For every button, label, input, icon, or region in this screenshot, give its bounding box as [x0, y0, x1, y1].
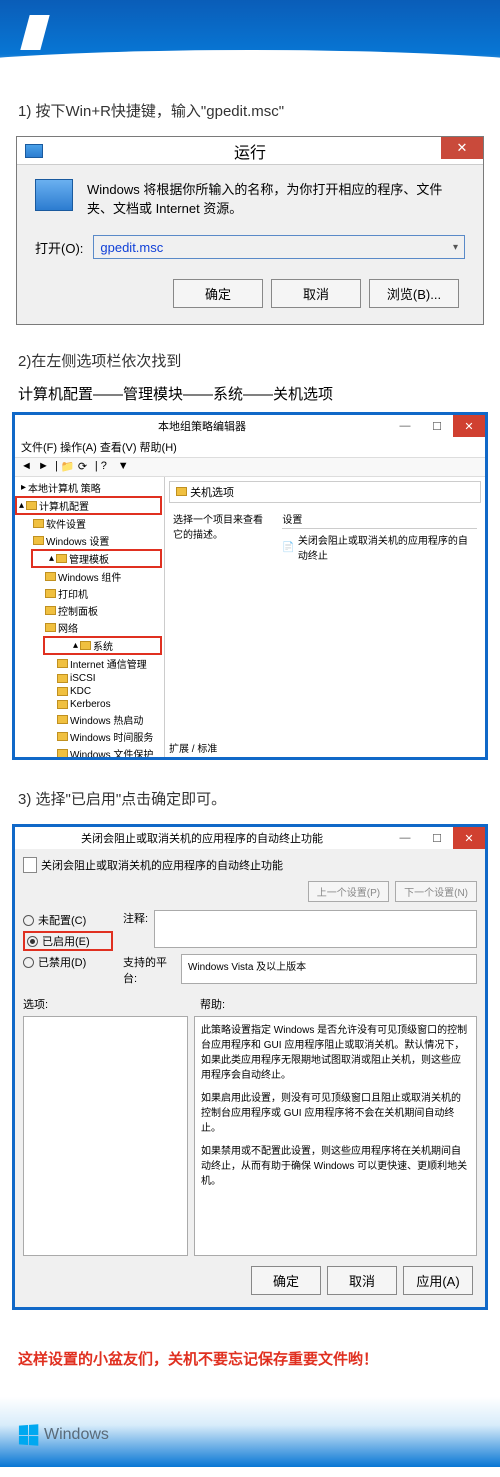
- tree-item[interactable]: Windows 设置: [17, 532, 162, 549]
- policy-title: 关闭会阻止或取消关机的应用程序的自动终止功能: [15, 830, 389, 846]
- step-1-text: 1) 按下Win+R快捷键，输入"gpedit.msc": [0, 90, 500, 131]
- header-banner: [0, 0, 500, 90]
- tree-item[interactable]: 控制面板: [17, 602, 162, 619]
- column-header-setting: 设置: [282, 511, 477, 529]
- platform-label: 支持的平台:: [123, 954, 175, 986]
- open-label: 打开(O):: [35, 238, 83, 257]
- options-label: 选项:: [23, 996, 194, 1012]
- tree-item[interactable]: iSCSI: [17, 672, 162, 685]
- footer-logo: Windows: [18, 1425, 109, 1445]
- header-accent-shape: [20, 15, 49, 50]
- description-column: 选择一个项目来查看它的描述。: [173, 511, 272, 563]
- radio-icon[interactable]: [23, 957, 34, 968]
- setting-item[interactable]: 📄关闭会阻止或取消关机的应用程序的自动终止: [282, 531, 477, 563]
- help-pane: 此策略设置指定 Windows 是否允许没有可见顶级窗口的控制台应用程序和 GU…: [194, 1016, 477, 1256]
- maximize-button[interactable]: ☐: [421, 827, 453, 849]
- cancel-button[interactable]: 取消: [327, 1266, 397, 1295]
- radio-icon[interactable]: [23, 915, 34, 926]
- help-paragraph: 此策略设置指定 Windows 是否允许没有可见顶级窗口的控制台应用程序和 GU…: [201, 1023, 470, 1083]
- close-button[interactable]: ✕: [453, 827, 485, 849]
- options-pane: [23, 1016, 188, 1256]
- tree-item[interactable]: Kerberos: [17, 698, 162, 711]
- close-button[interactable]: ✕: [453, 415, 485, 437]
- policy-subtitle: 关闭会阻止或取消关机的应用程序的自动终止功能: [41, 857, 283, 873]
- run-description-text: Windows 将根据你所输入的名称，为你打开相应的程序、文件夹、文档或 Int…: [87, 179, 465, 217]
- next-setting-button[interactable]: 下一个设置(N): [395, 881, 477, 902]
- run-app-icon: [35, 179, 73, 211]
- windows-logo-icon: [19, 1424, 38, 1445]
- footer-banner: Windows: [0, 1397, 500, 1467]
- toolbar[interactable]: ◄ ► | 📁 ⟳ | ? ▼: [15, 458, 485, 477]
- radio-not-configured[interactable]: 未配置(C): [23, 910, 113, 930]
- settings-column: 设置 📄关闭会阻止或取消关机的应用程序的自动终止: [282, 511, 477, 563]
- right-pane-header: 关机选项: [169, 481, 481, 503]
- radio-group: 未配置(C) 已启用(E) 已禁用(D): [23, 910, 113, 996]
- ok-button[interactable]: 确定: [251, 1266, 321, 1295]
- ok-button[interactable]: 确定: [173, 279, 263, 308]
- gpedit-window: 本地组策略编辑器 — ☐ ✕ 文件(F) 操作(A) 查看(V) 帮助(H) ◄…: [12, 412, 488, 760]
- run-dialog-title: 运行: [234, 139, 266, 163]
- step-2-text: 2)在左侧选项栏依次找到: [0, 340, 500, 381]
- policy-titlebar: 关闭会阻止或取消关机的应用程序的自动终止功能 — ☐ ✕: [15, 827, 485, 849]
- tree-item[interactable]: Windows 时间服务: [17, 728, 162, 745]
- minimize-button[interactable]: —: [389, 415, 421, 437]
- gpedit-title: 本地组策略编辑器: [15, 418, 389, 434]
- tree-item[interactable]: Windows 文件保护: [17, 745, 162, 757]
- tree-item[interactable]: 软件设置: [17, 515, 162, 532]
- run-command-input[interactable]: gpedit.msc ▾: [93, 235, 465, 259]
- warning-text: 这样设置的小盆友们，关机不要忘记保存重要文件哟！: [0, 1330, 500, 1387]
- platform-value: Windows Vista 及以上版本: [181, 954, 477, 984]
- browse-button[interactable]: 浏览(B)...: [369, 279, 459, 308]
- run-dialog-titlebar: 运行 ✕: [17, 137, 483, 165]
- prev-setting-button[interactable]: 上一个设置(P): [308, 881, 389, 902]
- header-curve: [0, 50, 500, 90]
- right-tabs[interactable]: 扩展 / 标准: [169, 740, 217, 755]
- folder-icon[interactable]: 📁: [61, 460, 75, 474]
- tree-item[interactable]: Windows 组件: [17, 568, 162, 585]
- tree-item[interactable]: 网络: [17, 619, 162, 636]
- folder-icon: [176, 487, 187, 496]
- menu-bar[interactable]: 文件(F) 操作(A) 查看(V) 帮助(H): [15, 437, 485, 458]
- close-button[interactable]: ✕: [441, 137, 483, 159]
- help-icon[interactable]: ?: [101, 460, 115, 474]
- tree-pane[interactable]: ▸本地计算机 策略 ▴计算机配置 软件设置 Windows 设置 ▴管理模板 W…: [15, 477, 165, 757]
- dropdown-arrow-icon[interactable]: ▾: [453, 242, 458, 253]
- step-3-text: 3) 选择"已启用"点击确定即可。: [0, 778, 500, 819]
- forward-icon[interactable]: ►: [38, 460, 52, 474]
- back-icon[interactable]: ◄: [21, 460, 35, 474]
- run-dialog: 运行 ✕ Windows 将根据你所输入的名称，为你打开相应的程序、文件夹、文档…: [16, 136, 484, 325]
- help-label: 帮助:: [200, 996, 225, 1012]
- tree-item[interactable]: KDC: [17, 685, 162, 698]
- radio-disabled[interactable]: 已禁用(D): [23, 952, 113, 972]
- tree-item[interactable]: Windows 热启动: [17, 711, 162, 728]
- policy-dialog: 关闭会阻止或取消关机的应用程序的自动终止功能 — ☐ ✕ 关闭会阻止或取消关机的…: [12, 824, 488, 1310]
- run-title-icon: [25, 144, 43, 158]
- step-2-path: 计算机配置——管理模块——系统——关机选项: [0, 381, 500, 412]
- tree-root[interactable]: ▸本地计算机 策略: [17, 479, 162, 496]
- radio-enabled[interactable]: 已启用(E): [23, 931, 113, 951]
- tree-computer-config[interactable]: ▴计算机配置: [15, 496, 162, 515]
- document-icon: [23, 857, 37, 873]
- tree-admin-templates[interactable]: ▴管理模板: [31, 549, 162, 568]
- cancel-button[interactable]: 取消: [271, 279, 361, 308]
- refresh-icon[interactable]: ⟳: [78, 460, 92, 474]
- tree-system[interactable]: ▴系统: [43, 636, 162, 655]
- apply-button[interactable]: 应用(A): [403, 1266, 473, 1295]
- footer-logo-text: Windows: [44, 1426, 109, 1444]
- help-paragraph: 如果禁用或不配置此设置，则这些应用程序将在关机期间自动终止，从而有助于确保 Wi…: [201, 1144, 470, 1189]
- help-paragraph: 如果启用此设置，则没有可见顶级窗口且阻止或取消关机的控制台应用程序或 GUI 应…: [201, 1091, 470, 1136]
- policy-subtitle-row: 关闭会阻止或取消关机的应用程序的自动终止功能: [23, 857, 477, 873]
- filter-icon[interactable]: ▼: [118, 460, 132, 474]
- minimize-button[interactable]: —: [389, 827, 421, 849]
- right-pane: 关机选项 选择一个项目来查看它的描述。 设置 📄关闭会阻止或取消关机的应用程序的…: [165, 477, 485, 757]
- maximize-button[interactable]: ☐: [421, 415, 453, 437]
- radio-icon[interactable]: [27, 936, 38, 947]
- comment-textarea[interactable]: [154, 910, 477, 948]
- run-input-value: gpedit.msc: [100, 240, 163, 255]
- tree-item[interactable]: 打印机: [17, 585, 162, 602]
- tree-item[interactable]: Internet 通信管理: [17, 655, 162, 672]
- comment-label: 注释:: [123, 910, 148, 948]
- gpedit-titlebar: 本地组策略编辑器 — ☐ ✕: [15, 415, 485, 437]
